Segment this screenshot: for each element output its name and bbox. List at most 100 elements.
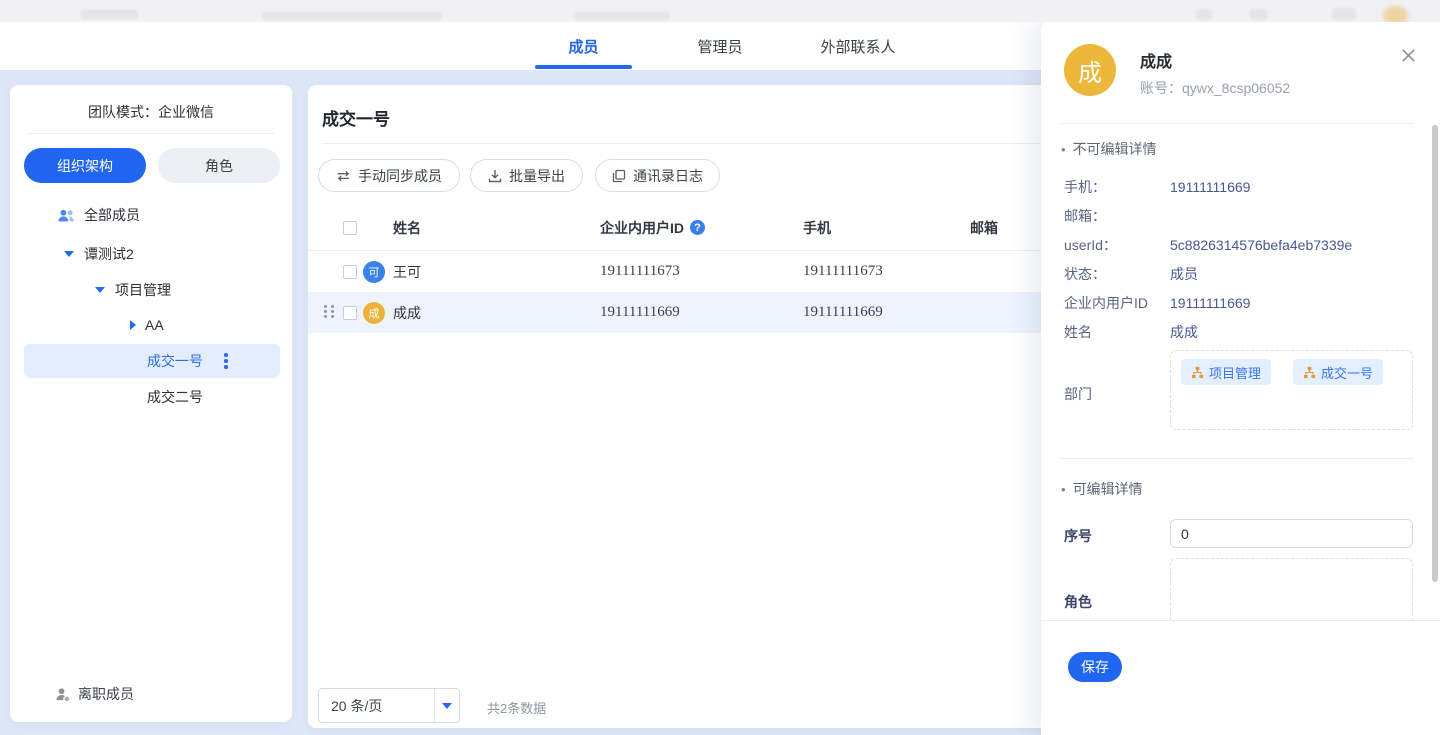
avatar: 成 (363, 302, 385, 324)
faint-nav-text (262, 12, 442, 20)
member-name: 成成 (393, 303, 421, 323)
field-value: 19111111669 (1170, 179, 1250, 195)
tree-item-chengjiao-2[interactable]: 成交二号 (24, 380, 280, 414)
tab-members[interactable]: 成员 (535, 22, 632, 70)
total-count-text: 共2条数据 (487, 698, 546, 717)
faint-avatar (1383, 6, 1408, 22)
tree-item-aa[interactable]: AA (24, 308, 280, 342)
seq-label: 序号 (1064, 526, 1092, 546)
readonly-section-title: 不可编辑详情 (1061, 139, 1157, 159)
field-label: 状态： (1064, 264, 1106, 284)
close-icon (1399, 46, 1418, 65)
faint-icon (1250, 9, 1267, 20)
faint-logo (80, 10, 138, 19)
close-button[interactable] (1395, 42, 1421, 68)
active-tab-underline (535, 65, 632, 69)
page-size-value: 20 条/页 (319, 696, 434, 716)
org-chart-icon (1303, 366, 1316, 379)
tree-item-label: 成交二号 (147, 387, 203, 407)
resigned-members-label: 离职成员 (78, 684, 134, 704)
caret-right-icon[interactable] (130, 320, 136, 330)
button-label: 通讯录日志 (633, 166, 703, 186)
member-account: 账号：qywx_8csp06052 (1140, 78, 1290, 98)
resigned-members-item[interactable]: 离职成员 (24, 677, 280, 711)
tree-item-label: 项目管理 (115, 280, 171, 300)
field-label: 邮箱： (1064, 206, 1106, 226)
editable-section-title: 可编辑详情 (1061, 479, 1143, 499)
field-label: 企业内用户ID (1064, 293, 1148, 313)
top-strip (0, 0, 1440, 22)
row-checkbox[interactable] (343, 306, 357, 320)
column-header-userid: 企业内用户ID (600, 218, 684, 238)
chevron-down-icon (442, 703, 452, 709)
member-name: 成成 (1140, 48, 1172, 72)
avatar: 成 (1064, 44, 1116, 96)
field-row: 姓名 成成 (1041, 317, 1440, 346)
divider (28, 133, 274, 134)
tree-item-tanceshi2[interactable]: 谭测试2 (24, 237, 280, 271)
role-picker[interactable] (1170, 558, 1413, 620)
toggle-role[interactable]: 角色 (158, 148, 280, 183)
field-value: 成员 (1170, 264, 1198, 284)
contact-log-button[interactable]: 通讯录日志 (595, 159, 720, 192)
button-label: 手动同步成员 (358, 166, 442, 186)
field-label: 姓名 (1064, 322, 1092, 342)
field-row: userId： 5c8826314576befa4eb7339e (1041, 230, 1440, 259)
page-size-select[interactable]: 20 条/页 (318, 688, 460, 723)
tree-item-more-menu-icon[interactable] (221, 350, 231, 372)
download-icon (488, 169, 502, 183)
drawer-scrollbar[interactable] (1432, 125, 1438, 582)
tree-item-label: 成交一号 (147, 351, 203, 371)
member-detail-drawer: 成 成成 账号：qywx_8csp06052 不可编辑详情 手机： 191111… (1041, 22, 1440, 735)
faint-icon (1332, 8, 1356, 20)
toggle-org-structure[interactable]: 组织架构 (24, 148, 146, 183)
batch-export-button[interactable]: 批量导出 (470, 159, 583, 192)
save-button[interactable]: 保存 (1068, 652, 1122, 682)
tree-item-label: 谭测试2 (84, 244, 134, 264)
tree-item-label: AA (145, 317, 164, 333)
department-tag[interactable]: 项目管理 (1181, 359, 1271, 385)
log-copy-icon (612, 169, 626, 183)
avatar: 可 (363, 261, 385, 283)
row-checkbox[interactable] (343, 265, 357, 279)
column-header-email: 邮箱 (970, 220, 998, 236)
department-title: 成交一号 (322, 105, 390, 130)
field-row: 企业内用户ID 19111111669 (1041, 288, 1440, 317)
tab-external-contacts[interactable]: 外部联系人 (805, 22, 911, 70)
org-sidebar: 团队模式：企业微信 组织架构 角色 全部成员 谭测试2 项目管理 AA 成交一号… (10, 85, 292, 722)
tree-item-chengjiao-1[interactable]: 成交一号 (24, 344, 280, 378)
field-row: 手机： 19111111669 (1041, 172, 1440, 201)
team-mode-title: 团队模式：企业微信 (10, 102, 292, 122)
field-row: 状态： 成员 (1041, 259, 1440, 288)
divider (1061, 458, 1414, 459)
member-phone: 19111111673 (803, 263, 970, 280)
member-userid: 19111111673 (600, 263, 803, 280)
sync-arrows-icon (336, 170, 351, 182)
row-drag-handle-icon[interactable] (324, 305, 335, 318)
divider (1061, 123, 1414, 124)
select-all-checkbox[interactable] (343, 221, 357, 235)
tab-admins[interactable]: 管理员 (680, 22, 760, 70)
field-value: 19111111669 (1170, 295, 1250, 311)
tree-item-label: 全部成员 (84, 205, 140, 225)
tree-item-all-members[interactable]: 全部成员 (24, 198, 280, 232)
department-tag-label: 项目管理 (1209, 363, 1261, 382)
tree-item-project-mgmt[interactable]: 项目管理 (24, 273, 280, 307)
field-label: 手机： (1064, 177, 1106, 197)
caret-down-icon[interactable] (64, 251, 74, 257)
member-userid: 19111111669 (600, 304, 803, 321)
column-header-phone: 手机 (803, 220, 831, 236)
help-icon[interactable]: ? (690, 220, 705, 235)
faint-icon (1196, 9, 1212, 20)
caret-down-icon[interactable] (95, 287, 105, 293)
department-tag[interactable]: 成交一号 (1293, 359, 1383, 385)
field-value: 成成 (1170, 322, 1198, 342)
column-header-name: 姓名 (393, 218, 421, 238)
department-picker[interactable]: 项目管理 成交一号 (1170, 350, 1413, 430)
seq-input[interactable] (1170, 519, 1413, 548)
tab-label: 外部联系人 (820, 36, 895, 57)
members-group-icon (58, 208, 76, 223)
member-name: 王可 (393, 262, 421, 282)
manual-sync-button[interactable]: 手动同步成员 (318, 159, 460, 192)
field-row: 邮箱： (1041, 201, 1440, 230)
